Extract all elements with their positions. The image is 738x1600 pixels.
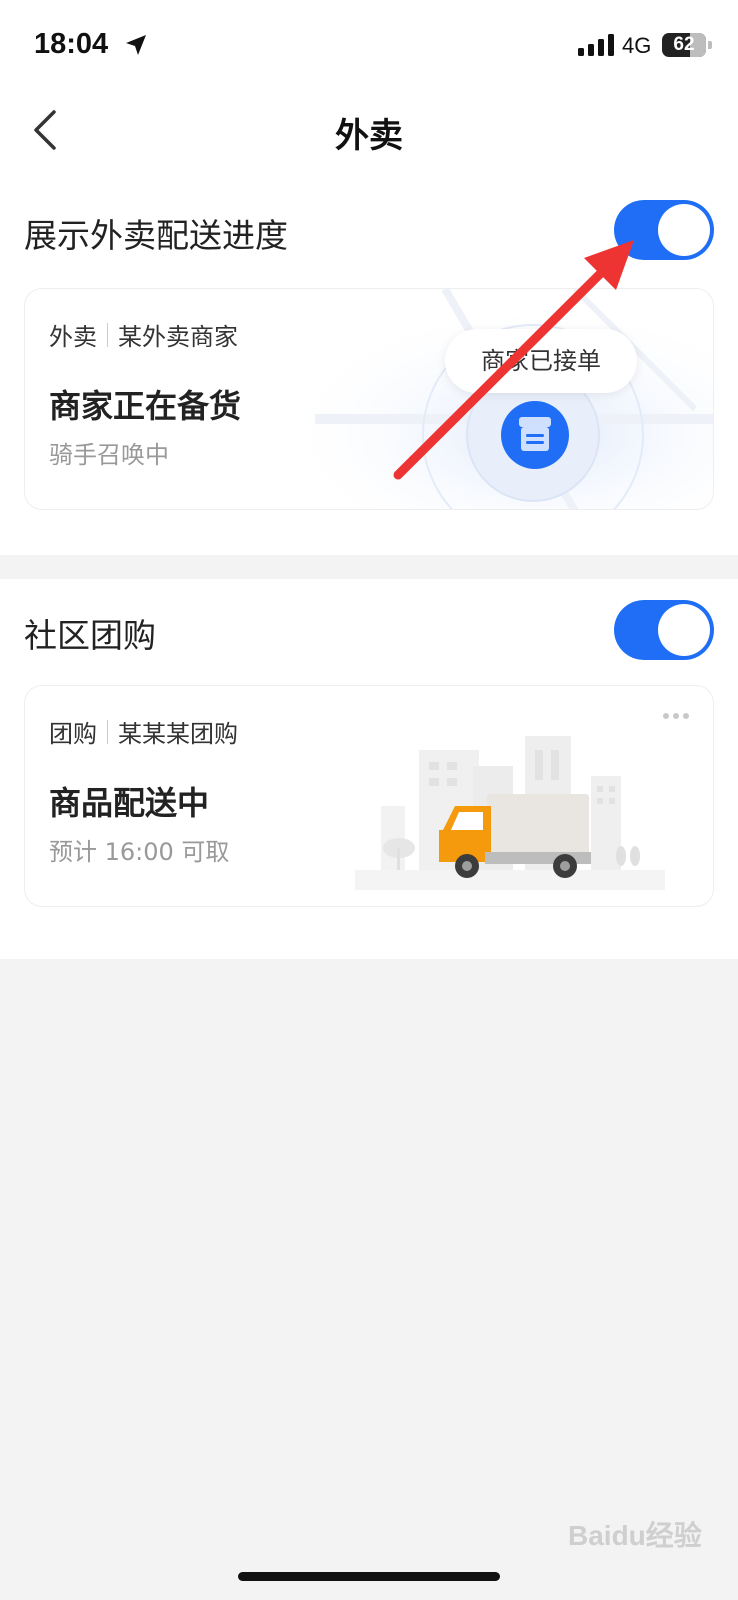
nav-bar: 外卖 xyxy=(0,90,738,170)
setting-label: 社区团购 xyxy=(24,616,156,655)
signal-icon xyxy=(578,34,614,56)
location-arrow-icon xyxy=(126,35,146,55)
delivery-truck-illustration xyxy=(355,736,665,890)
card-status: 商品配送中 xyxy=(49,784,210,822)
card-tag: 外卖 某外卖商家 xyxy=(49,317,238,352)
setting-label: 展示外卖配送进度 xyxy=(24,216,288,255)
status-time: 18:04 xyxy=(34,28,109,60)
group-buy-preview-card: 团购 某某某团购 商品配送中 预计 16:00 可取 xyxy=(24,685,714,907)
map-radar-background xyxy=(275,289,713,509)
card-substatus: 骑手召唤中 xyxy=(49,441,169,469)
card-tag: 团购 某某某团购 xyxy=(49,714,238,749)
setting-row-group-buy: 社区团购 xyxy=(0,595,738,665)
page-title: 外卖 xyxy=(335,116,403,156)
more-dots-icon[interactable] xyxy=(661,710,691,722)
status-bar: 18:04 4G 62 xyxy=(0,0,738,90)
merchant-accepted-bubble: 商家已接单 xyxy=(445,329,637,393)
card-tag-category: 外卖 xyxy=(49,323,97,351)
delivery-preview-card: 商家已接单 外卖 某外卖商家 商家正在备货 骑手召唤中 xyxy=(24,288,714,510)
setting-row-delivery-progress: 展示外卖配送进度 xyxy=(0,195,738,265)
battery-cap xyxy=(708,41,712,49)
home-indicator xyxy=(238,1572,500,1581)
store-icon xyxy=(501,401,569,469)
card-tag-category: 团购 xyxy=(49,720,97,748)
battery-icon: 62 xyxy=(662,33,706,57)
group-section: 社区团购 团购 某某某团购 商品配送中 预计 16:00 可取 xyxy=(0,579,738,959)
card-tag-merchant: 某某某团购 xyxy=(118,720,238,748)
group-buy-toggle[interactable] xyxy=(614,600,714,660)
tag-divider xyxy=(107,322,108,347)
network-type: 4G xyxy=(622,33,652,58)
section-divider xyxy=(0,555,738,579)
card-substatus: 预计 16:00 可取 xyxy=(49,838,230,866)
battery-level: 62 xyxy=(673,34,695,55)
card-tag-merchant: 某外卖商家 xyxy=(118,323,238,351)
card-status: 商家正在备货 xyxy=(49,387,242,425)
toggle-knob xyxy=(658,604,710,656)
delivery-progress-toggle[interactable] xyxy=(614,200,714,260)
watermark: Baidu经验 xyxy=(568,1520,702,1551)
toggle-knob xyxy=(658,204,710,256)
tag-divider xyxy=(107,719,108,744)
